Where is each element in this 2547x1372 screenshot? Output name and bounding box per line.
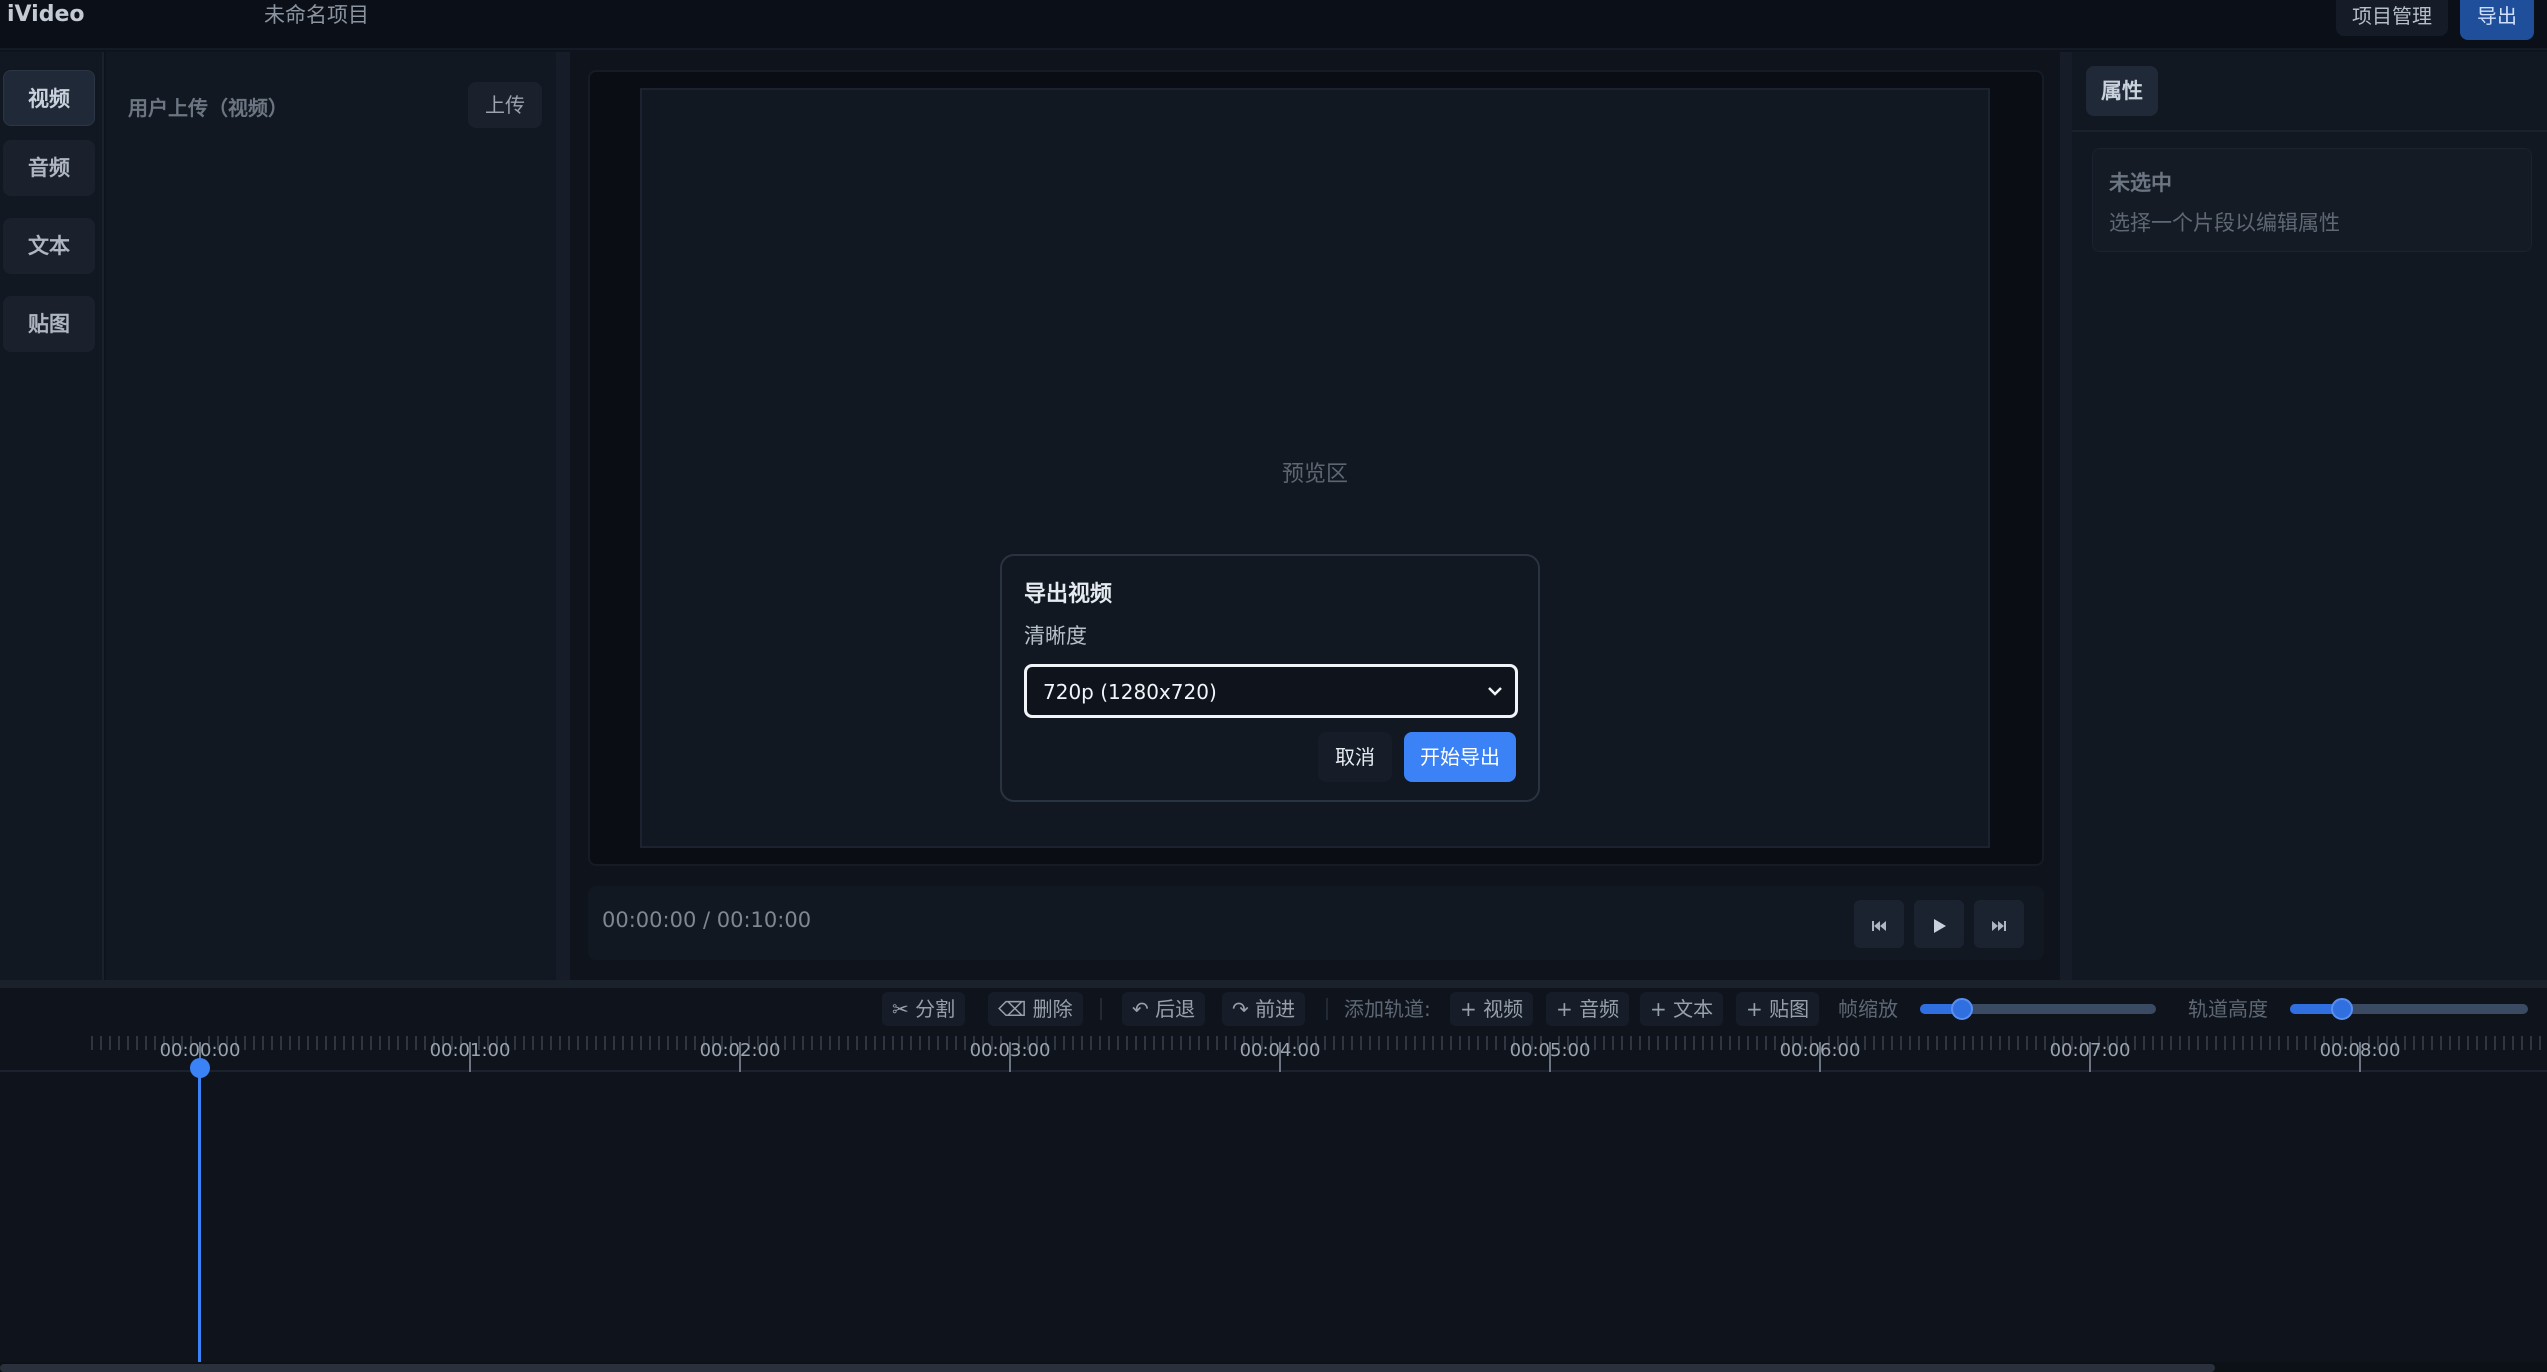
zoom-label: 帧缩放 <box>1838 997 1898 1021</box>
app-logo: iVideo <box>7 2 85 27</box>
ruler-time-label: 00:04:00 <box>1239 1040 1321 1061</box>
quality-label: 清晰度 <box>1024 624 1087 648</box>
ruler-time-label: 00:01:00 <box>429 1040 511 1061</box>
track-height-label: 轨道高度 <box>2188 997 2268 1021</box>
nav-sticker-button[interactable]: 贴图 <box>3 296 95 352</box>
preview-placeholder: 预览区 <box>1281 462 1348 487</box>
toolbar-divider <box>1100 998 1102 1020</box>
timeline-scrollbar-thumb[interactable] <box>0 1364 2215 1372</box>
ruler-time-label: 00:02:00 <box>699 1040 781 1061</box>
nav-audio-button[interactable]: 音频 <box>3 140 95 196</box>
chevron-down-icon <box>1488 687 1502 696</box>
add-audio-track-button[interactable]: + 音频 <box>1546 992 1630 1026</box>
undo-button[interactable]: ↶ 后退 <box>1122 992 1206 1026</box>
media-panel: 用户上传（视频） 上传 <box>106 52 556 980</box>
playhead-handle[interactable] <box>190 1058 210 1078</box>
add-video-track-button[interactable]: + 视频 <box>1450 992 1534 1026</box>
timeline-tracks[interactable] <box>0 1072 2547 1362</box>
timecode-display: 00:00:00 / 00:10:00 <box>602 908 812 932</box>
split-button[interactable]: ✂ 分割 <box>882 992 966 1026</box>
ruler-time-label: 00:03:00 <box>969 1040 1051 1061</box>
start-export-button[interactable]: 开始导出 <box>1404 732 1516 782</box>
add-text-track-button[interactable]: + 文本 <box>1640 992 1724 1026</box>
left-nav: 视频 音频 文本 贴图 <box>0 52 104 980</box>
play-button[interactable] <box>1914 900 1964 948</box>
ruler-time-label: 00:07:00 <box>2049 1040 2131 1061</box>
playback-controls: 00:00:00 / 00:10:00 <box>588 886 2044 960</box>
nav-text-button[interactable]: 文本 <box>3 218 95 274</box>
ruler-time-label: 00:05:00 <box>1509 1040 1591 1061</box>
nav-video-button[interactable]: 视频 <box>3 70 95 126</box>
playhead-line[interactable] <box>198 1066 201 1362</box>
quality-select[interactable]: 720p (1280x720) <box>1024 664 1518 718</box>
add-sticker-track-button[interactable]: + 贴图 <box>1736 992 1820 1026</box>
redo-button[interactable]: ↷ 前进 <box>1222 992 1306 1026</box>
add-track-label: 添加轨道: <box>1344 997 1431 1021</box>
toolbar-divider <box>1326 998 1328 1020</box>
skip-forward-icon <box>1992 920 2006 931</box>
properties-empty-card: 未选中 选择一个片段以编辑属性 <box>2092 148 2532 252</box>
zoom-slider-knob[interactable] <box>1951 998 1973 1020</box>
properties-empty-hint: 选择一个片段以编辑属性 <box>2109 211 2340 235</box>
track-height-slider-knob[interactable] <box>2331 998 2353 1020</box>
zoom-slider[interactable] <box>1920 998 2156 1020</box>
right-splitter[interactable] <box>2060 52 2072 980</box>
export-dialog: 导出视频 清晰度 720p (1280x720) 取消 开始导出 <box>1000 554 1540 802</box>
left-splitter[interactable] <box>556 52 570 980</box>
app-root: iVideo 未命名项目 项目管理 导出 视频 音频 文本 贴图 用户上传（视频… <box>0 0 2547 1372</box>
export-button[interactable]: 导出 <box>2460 0 2534 40</box>
upload-button[interactable]: 上传 <box>468 82 542 128</box>
skip-back-button[interactable] <box>1854 900 1904 948</box>
timeline-ruler[interactable]: 00:00:00 00:01:00 00:02:00 00:03:00 00:04:00… <box>0 1036 2547 1072</box>
tab-properties[interactable]: 属性 <box>2086 66 2158 116</box>
properties-header: 属性 <box>2072 52 2547 132</box>
cancel-button[interactable]: 取消 <box>1318 732 1392 782</box>
project-title[interactable]: 未命名项目 <box>264 0 369 30</box>
quality-select-value: 720p (1280x720) <box>1043 680 1217 704</box>
timeline-toolbar: ✂ 分割 ⌫ 删除 ↶ 后退 ↷ 前进 添加轨道: + 视频 + 音频 + 文本… <box>0 988 2547 1036</box>
ruler-time-label: 00:06:00 <box>1779 1040 1861 1061</box>
timeline-scrollbar[interactable] <box>0 1362 2547 1372</box>
track-height-slider[interactable] <box>2290 998 2528 1020</box>
play-icon <box>1934 918 1946 933</box>
delete-button[interactable]: ⌫ 删除 <box>988 992 1083 1026</box>
skip-back-icon <box>1872 920 1886 931</box>
timeline-divider[interactable] <box>0 980 2547 988</box>
project-manage-button[interactable]: 项目管理 <box>2336 0 2448 36</box>
skip-forward-button[interactable] <box>1974 900 2024 948</box>
export-dialog-title: 导出视频 <box>1024 582 1113 607</box>
top-bar: iVideo 未命名项目 项目管理 导出 <box>0 0 2547 50</box>
ruler-time-label: 00:08:00 <box>2319 1040 2401 1061</box>
media-panel-title: 用户上传（视频） <box>128 96 288 120</box>
properties-panel: 属性 未选中 选择一个片段以编辑属性 <box>2072 52 2547 980</box>
properties-empty-title: 未选中 <box>2109 171 2172 195</box>
